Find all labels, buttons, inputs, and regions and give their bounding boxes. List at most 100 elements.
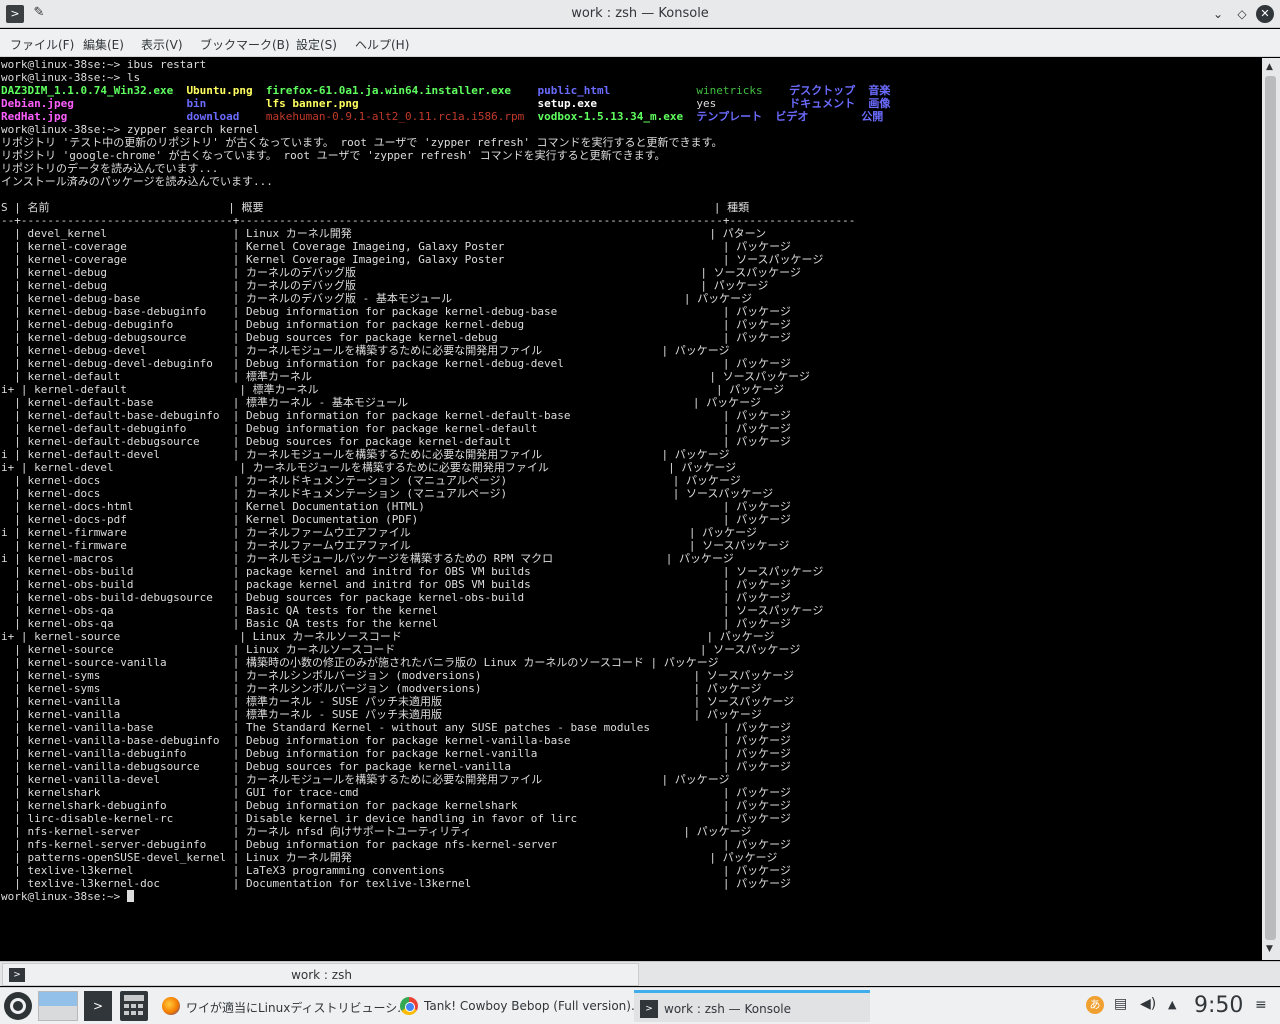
terminal-view[interactable]: work@linux-38se:~> ibus restart work@linu… — [0, 58, 1262, 960]
table-row: | kernel-vanilla-debugsource | Debug sou… — [1, 760, 791, 773]
table-row: | kernel-coverage | Kernel Coverage Imag… — [1, 240, 791, 253]
maximize-icon[interactable]: ◇ — [1233, 5, 1251, 23]
tab-bar: > work : zsh — [0, 961, 1280, 986]
table-row: | kernel-source | Linux カーネルソースコード | ソース… — [1, 643, 801, 656]
scrollbar-thumb[interactable] — [1265, 76, 1276, 940]
table-row: | kernel-debug-devel | カーネルモジュールを構築するために… — [1, 344, 730, 357]
table-row: | kernel-obs-qa | Basic QA tests for the… — [1, 617, 791, 630]
table-row: i+ | kernel-source | Linux カーネルソースコード | … — [1, 630, 775, 643]
scroll-down-icon[interactable]: ▼ — [1266, 944, 1273, 954]
application-launcher[interactable] — [2, 991, 34, 1021]
scroll-up-icon[interactable]: ▲ — [1266, 62, 1273, 72]
taskbar: > ワイが適当にLinuxディストリビューシ... Tank! Cowboy B… — [0, 987, 1280, 1024]
terminal-cursor — [126, 890, 134, 902]
table-row: | kernel-coverage | Kernel Coverage Imag… — [1, 253, 824, 266]
table-header: S | 名前 | 概要 | 種類 — [1, 201, 750, 214]
task-label: Tank! Cowboy Bebop (Full version)... — [424, 999, 643, 1013]
table-row: | kernel-firmware | カーネルファームウエアファイル | ソー… — [1, 539, 790, 552]
close-icon[interactable]: ✕ — [1256, 5, 1274, 23]
table-row: | kernel-default-debugsource | Debug sou… — [1, 435, 791, 448]
table-row: | kernel-debug-debugsource | Debug sourc… — [1, 331, 791, 344]
table-row: i+ | kernel-default | 標準カーネル | パッケージ — [1, 383, 785, 396]
menu-settings[interactable]: 設定(S) — [296, 36, 337, 53]
table-row: | kernel-vanilla-devel | カーネルモジュールを構築するた… — [1, 773, 730, 786]
clock[interactable]: 9:50 — [1194, 993, 1243, 1018]
table-row: | texlive-l3kernel | LaTeX3 programming … — [1, 864, 791, 877]
table-row: | kernel-debug-base | カーネルのデバッグ版 - 基本モジュ… — [1, 292, 752, 305]
table-row: | kernel-obs-build | package kernel and … — [1, 565, 824, 578]
table-row: | kernel-debug | カーネルのデバッグ版 | ソースパッケージ — [1, 266, 801, 279]
zypper-message: リポジトリ 'google-chrome' が古くなっています。 root ユー… — [1, 149, 666, 162]
opensuse-icon — [4, 992, 32, 1020]
table-row: | kernel-default-debuginfo | Debug infor… — [1, 422, 791, 435]
table-row: | kernel-obs-qa | Basic QA tests for the… — [1, 604, 824, 617]
desktop-pager[interactable] — [38, 991, 78, 1021]
ls-output-row: Debian.jpeg bin lfs banner.png setup.exe… — [1, 97, 891, 110]
table-row: | devel_kernel | Linux カーネル開発 | パターン — [1, 227, 767, 240]
window-titlebar[interactable]: > ✎ work : zsh — Konsole ⌄ ◇ ✕ — [0, 0, 1280, 28]
table-row: | kernel-default-base-debuginfo | Debug … — [1, 409, 791, 422]
prompt-line: work@linux-38se:~> — [1, 890, 890, 903]
task-konsole[interactable]: > work : zsh — Konsole — [634, 990, 870, 1022]
clipboard-icon[interactable]: ▤ — [1114, 996, 1127, 1012]
pager-desktop-1[interactable] — [39, 992, 77, 1006]
task-chrome[interactable]: Tank! Cowboy Bebop (Full version)... — [394, 990, 642, 1022]
menu-help[interactable]: ヘルプ(H) — [355, 36, 409, 53]
menu-icon[interactable]: ≡ — [1255, 997, 1267, 1013]
menu-file[interactable]: ファイル(F) — [10, 36, 74, 53]
input-method-icon[interactable]: あ — [1086, 996, 1104, 1014]
table-row: | nfs-kernel-server | カーネル nfsd 向けサポートユー… — [1, 825, 752, 838]
table-row: i+ | kernel-devel | カーネルモジュールを構築するために必要な… — [1, 461, 737, 474]
table-row: | kernel-vanilla-debuginfo | Debug infor… — [1, 747, 791, 760]
menu-edit[interactable]: 編集(E) — [83, 36, 124, 53]
tray-expand-icon[interactable]: ▲ — [1168, 998, 1176, 1011]
table-row: | kernel-source-vanilla | 構築時の小数の修正のみが施さ… — [1, 656, 719, 669]
prompt-line: work@linux-38se:~> ls — [1, 71, 141, 84]
konsole-icon: > — [640, 1000, 658, 1018]
calculator-icon[interactable] — [120, 991, 148, 1021]
table-row: | texlive-l3kernel-doc | Documentation f… — [1, 877, 791, 890]
table-row: | kernelshark-debuginfo | Debug informat… — [1, 799, 791, 812]
table-row: | kernel-obs-build | package kernel and … — [1, 578, 791, 591]
task-label: work : zsh — Konsole — [664, 1002, 792, 1016]
table-row: | kernel-obs-build-debugsource | Debug s… — [1, 591, 791, 604]
table-row: i | kernel-firmware | カーネルファームウエアファイル | … — [1, 526, 757, 539]
table-row: | patterns-openSUSE-devel_kernel | Linux… — [1, 851, 778, 864]
table-row: | kernel-vanilla | 標準カーネル - SUSE パッチ未適用版… — [1, 708, 762, 721]
volume-icon[interactable]: ◀) — [1140, 996, 1156, 1012]
table-row: | kernel-vanilla-base-debuginfo | Debug … — [1, 734, 791, 747]
table-row: | kernel-syms | カーネルシンボルバージョン (modversio… — [1, 682, 762, 695]
menu-view[interactable]: 表示(V) — [141, 36, 183, 53]
chrome-icon — [400, 997, 418, 1015]
table-row: | kernel-default-base | 標準カーネル - 基本モジュール… — [1, 396, 761, 409]
minimize-icon[interactable]: ⌄ — [1209, 5, 1227, 23]
table-row: | kernel-default | 標準カーネル | ソースパッケージ — [1, 370, 810, 383]
menu-bookmarks[interactable]: ブックマーク(B) — [200, 36, 290, 53]
zypper-message: リポジトリのデータを読み込んでいます... — [1, 162, 219, 175]
tab-label: work : zsh — [291, 968, 352, 982]
table-row: | kernel-debug-debuginfo | Debug informa… — [1, 318, 791, 331]
terminal-output: work@linux-38se:~> ibus restart work@linu… — [1, 58, 890, 903]
table-row: | kernel-vanilla-base | The Standard Ker… — [1, 721, 791, 734]
firefox-icon — [162, 997, 180, 1015]
zypper-message: リポジトリ 'テスト中の更新のリポジトリ' が古くなっています。 root ユー… — [1, 136, 723, 149]
table-row: | nfs-kernel-server-debuginfo | Debug in… — [1, 838, 791, 851]
table-row: | kernel-debug-devel-debuginfo | Debug i… — [1, 357, 791, 370]
prompt-line: work@linux-38se:~> ibus restart — [1, 58, 207, 71]
zypper-message: インストール済みのパッケージを読み込んでいます... — [1, 175, 273, 188]
table-row: | kernel-syms | カーネルシンボルバージョン (modversio… — [1, 669, 794, 682]
task-firefox[interactable]: ワイが適当にLinuxディストリビューシ... — [156, 990, 409, 1022]
table-separator: --+--------------------------------+----… — [1, 214, 856, 227]
menu-bar: ファイル(F) 編集(E) 表示(V) ブックマーク(B) 設定(S) ヘルプ(… — [0, 29, 1280, 57]
table-row: | kernelshark | GUI for trace-cmd | パッケー… — [1, 786, 791, 799]
table-row: | kernel-docs-html | Kernel Documentatio… — [1, 500, 791, 513]
konsole-launcher-icon[interactable]: > — [84, 991, 112, 1021]
table-row: | lirc-disable-kernel-rc | Disable kerne… — [1, 812, 791, 825]
table-row: | kernel-docs | カーネルドキュメンテーション (マニュアルページ… — [1, 487, 774, 500]
ls-output-row: DAZ3DIM_1.1.0.74_Win32.exe Ubuntu.png fi… — [1, 84, 891, 97]
tab-work-zsh[interactable]: > work : zsh — [2, 963, 639, 986]
terminal-scrollbar[interactable]: ▲ ▼ — [1262, 58, 1280, 960]
ls-output-row: RedHat.jpg download makehuman-0.9.1-alt2… — [1, 110, 884, 123]
table-row: | kernel-debug-base-debuginfo | Debug in… — [1, 305, 791, 318]
